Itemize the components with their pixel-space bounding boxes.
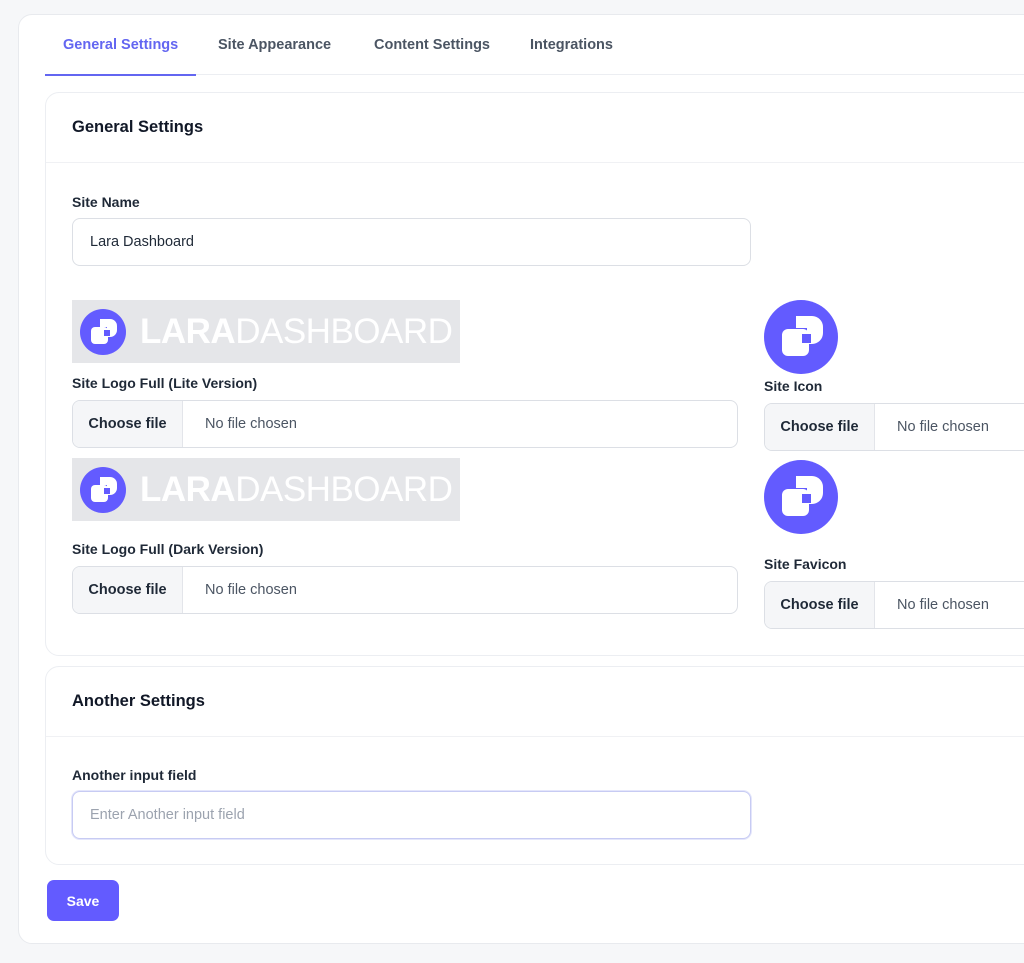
site-name-label: Site Name [72, 194, 140, 210]
logo-lite-file-input[interactable]: Choose file No file chosen [72, 400, 738, 448]
logo-dark-preview: LARADASHBOARD [72, 458, 460, 521]
site-favicon-file-input[interactable]: Choose file No file chosen [764, 581, 1024, 629]
tab-integrations[interactable]: Integrations [512, 15, 631, 75]
site-icon-preview [764, 300, 838, 374]
another-settings-header: Another Settings [46, 667, 1024, 737]
site-favicon-file-status: No file chosen [897, 597, 989, 613]
site-icon-label: Site Icon [764, 378, 823, 394]
another-settings-title: Another Settings [72, 692, 205, 710]
save-button[interactable]: Save [47, 880, 119, 921]
site-name-input[interactable] [72, 218, 751, 266]
logo-dark-text: LARADASHBOARD [140, 469, 453, 509]
logo-lite-label: Site Logo Full (Lite Version) [72, 375, 258, 391]
general-settings-title: General Settings [72, 118, 204, 136]
site-favicon-label: Site Favicon [764, 556, 847, 572]
another-input-label: Another input field [72, 767, 197, 783]
logo-lite-text: LARADASHBOARD [140, 311, 453, 351]
settings-page: General Settings Site Appearance Content… [18, 14, 1024, 944]
logo-lite-file-status: No file chosen [205, 416, 297, 432]
tab-general-settings[interactable]: General Settings [45, 15, 197, 76]
lara-logo-icon [80, 466, 126, 513]
logo-dark-label: Site Logo Full (Dark Version) [72, 541, 264, 557]
site-favicon-preview [764, 460, 838, 534]
logo-dark-choose-button[interactable]: Choose file [73, 567, 183, 613]
tab-content-settings[interactable]: Content Settings [356, 15, 508, 75]
general-settings-header: General Settings [46, 93, 1024, 163]
site-icon-file-status: No file chosen [897, 419, 989, 435]
site-icon-file-input[interactable]: Choose file No file chosen [764, 403, 1024, 451]
logo-dark-file-status: No file chosen [205, 582, 297, 598]
another-input-field[interactable] [72, 791, 751, 839]
settings-tabs: General Settings Site Appearance Content… [45, 15, 1024, 76]
site-favicon-choose-button[interactable]: Choose file [765, 582, 875, 628]
general-settings-card: General Settings Site Name LARA DASHBOARD… [45, 92, 1024, 656]
another-settings-card: Another Settings Another input field [45, 666, 1024, 865]
logo-lite-choose-button[interactable]: Choose file [73, 401, 183, 447]
site-icon-choose-button[interactable]: Choose file [765, 404, 875, 450]
lara-logo-icon [80, 308, 126, 355]
tab-site-appearance[interactable]: Site Appearance [200, 15, 349, 75]
logo-dark-file-input[interactable]: Choose file No file chosen [72, 566, 738, 614]
logo-lite-preview: LARADASHBOARD [72, 300, 460, 363]
